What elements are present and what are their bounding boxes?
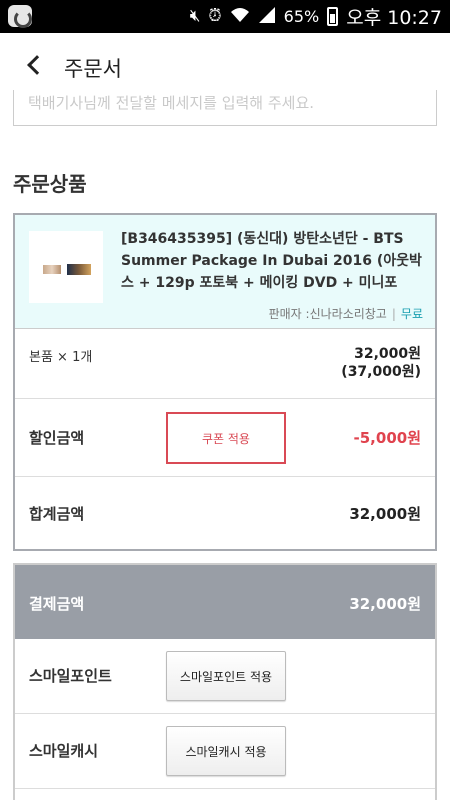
wifi-icon (230, 7, 250, 27)
product-image-2 (67, 264, 91, 275)
product-info[interactable]: [B346435395] (동신대) 방탄소년단 - BTS Summer Pa… (15, 215, 435, 329)
product-thumbnail (29, 231, 103, 303)
order-items-title: 주문상품 (13, 172, 87, 196)
seller-row: 판매자 :신나라소리창고 | 무료 (269, 305, 423, 322)
divider: | (391, 307, 396, 321)
payment-label: 결제금액 (29, 595, 85, 613)
discount-amount: -5,000원 (353, 429, 421, 447)
page-title: 주문서 (64, 57, 122, 81)
smile-point-row: 스마일포인트 스마일포인트 적용 (15, 639, 435, 714)
status-bar: 🔇︎ ⏰︎ 65% 오후 10:27 (0, 0, 450, 33)
product-name: [B346435395] (동신대) 방탄소년단 - BTS Summer Pa… (121, 231, 422, 291)
status-icons: 🔇︎ ⏰︎ 65% 오후 10:27 (190, 0, 442, 33)
total-row: 합계금액 32,000원 (15, 477, 435, 549)
quantity-row: 본품 × 1개 32,000원 (37,000원) (15, 329, 435, 399)
sale-price: 32,000원 (354, 346, 421, 362)
item-price: 32,000원 (37,000원) (341, 345, 421, 381)
original-price: (37,000원) (341, 364, 421, 380)
payment-header: 결제금액 32,000원 (15, 565, 435, 639)
seller-name: 판매자 :신나라소리창고 (268, 307, 387, 321)
back-button[interactable] (20, 51, 48, 79)
smile-cash-label: 스마일캐시 (29, 742, 99, 760)
quantity-label: 본품 × 1개 (29, 350, 93, 365)
coupon-apply-button[interactable]: 쿠폰 적용 (166, 412, 286, 464)
delivery-message-input[interactable]: 택배기사님께 전달할 메세지를 입력해 주세요. (13, 90, 437, 126)
smile-point-apply-button[interactable]: 스마일포인트 적용 (166, 651, 286, 701)
discount-label: 할인금액 (29, 429, 85, 447)
total-amount: 32,000원 (349, 505, 421, 523)
battery-percent: 65% (283, 7, 320, 26)
smile-point-label: 스마일포인트 (29, 667, 112, 685)
delivery-message-placeholder: 택배기사님께 전달할 메세지를 입력해 주세요. (28, 94, 315, 112)
smile-cash-apply-button[interactable]: 스마일캐시 적용 (166, 726, 286, 776)
product-image-1 (43, 265, 61, 274)
alarm-icon: ⏰︎ (208, 6, 222, 26)
battery-icon (327, 7, 339, 26)
payment-amount: 32,000원 (349, 595, 421, 613)
chevron-left-icon (27, 55, 47, 75)
discount-row: 할인금액 쿠폰 적용 -5,000원 (15, 399, 435, 477)
app-icon (8, 5, 32, 28)
shipping-fee: 무료 (400, 307, 423, 321)
order-item-card: [B346435395] (동신대) 방탄소년단 - BTS Summer Pa… (13, 213, 437, 551)
payment-section: 결제금액 32,000원 스마일포인트 스마일포인트 적용 스마일캐시 스마일캐… (13, 563, 437, 800)
mute-icon: 🔇︎ (189, 6, 201, 26)
signal-icon (258, 6, 276, 28)
smile-cash-row: 스마일캐시 스마일캐시 적용 (15, 714, 435, 789)
total-label: 합계금액 (29, 505, 85, 523)
clock: 오후 10:27 (346, 7, 442, 29)
app-header: 주문서 (0, 33, 450, 97)
